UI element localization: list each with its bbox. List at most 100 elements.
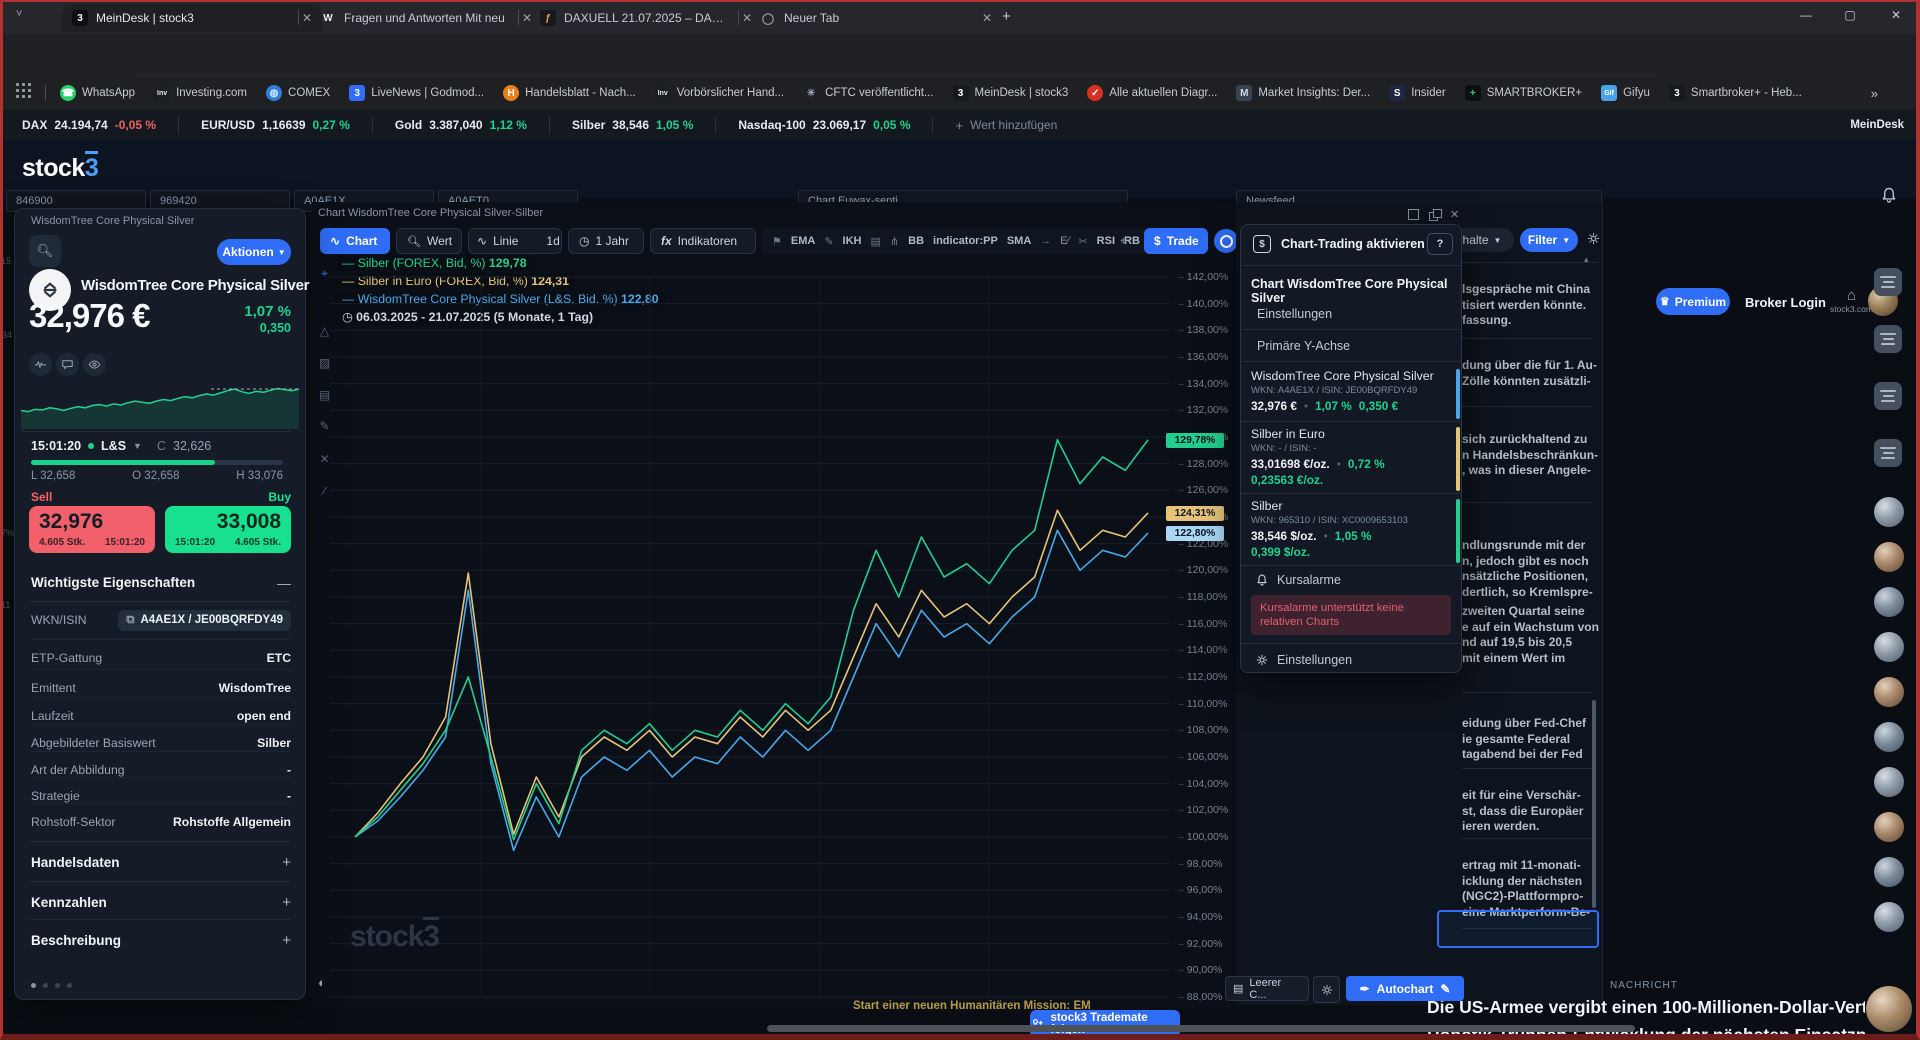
ticker-item[interactable]: Gold3.387,0401,12 % [373, 116, 550, 134]
window-minimize-button[interactable]: — [1786, 0, 1826, 30]
collapse-minus-icon[interactable]: — [15, 575, 291, 591]
pencil-tool-icon[interactable]: ✎ [317, 419, 332, 433]
expand-plus-icon[interactable]: + [282, 854, 291, 871]
pagination-dot[interactable] [43, 983, 48, 988]
browser-tab[interactable]: ◯Neuer Tab✕ [750, 4, 1002, 32]
clear-tool-icon[interactable]: ✕ [317, 452, 332, 466]
news-source-icon[interactable] [1874, 439, 1902, 467]
news-line[interactable]: (NGC2)-Plattformpro- [1462, 889, 1583, 905]
rail-bell-icon[interactable] [1880, 186, 1898, 209]
chip-icon[interactable]: ⚑ [772, 235, 782, 248]
bookmark-item[interactable]: 3Smartbroker+ - Heb... [1669, 85, 1802, 101]
breaking-headline[interactable]: Die US-Armee vergibt einen 100-Millionen… [1427, 996, 1865, 1018]
bookmark-item[interactable]: InvVorbörslicher Hand... [655, 85, 784, 101]
news-line[interactable]: n Handelsbeschränkun- [1462, 448, 1598, 464]
news-source-icon[interactable] [1874, 382, 1902, 410]
news-line[interactable]: ie gesamte Federal [1462, 732, 1570, 748]
ticker-item[interactable]: EUR/USD1,166390,27 % [179, 116, 373, 134]
news-line[interactable]: Zölle könnten zusätzli- [1462, 374, 1591, 390]
expander-row[interactable]: Handelsdaten+ [31, 847, 291, 877]
settings-instrument-card[interactable]: WisdomTree Core Physical SilverWKN: A4AE… [1251, 369, 1451, 413]
indicator-chip[interactable]: EMA [791, 235, 815, 247]
window-close-button[interactable]: ✕ [1876, 0, 1916, 30]
expand-plus-icon[interactable]: + [282, 932, 291, 949]
news-line[interactable]: eidung über Fed-Chef [1462, 716, 1586, 732]
news-line[interactable]: st, dass die Europäer [1462, 804, 1583, 820]
indicator-chip[interactable]: indicator:PP [933, 235, 998, 247]
highlighted-news-box[interactable] [1437, 910, 1599, 948]
panel-search-button[interactable]: 🔍︎ [29, 235, 61, 267]
news-author-avatar[interactable] [1874, 902, 1904, 932]
bookmark-item[interactable]: MMarket Insights: Der... [1236, 85, 1370, 101]
news-line[interactable]: sich zurückhaltend zu [1462, 432, 1587, 448]
news-line[interactable]: ieren werden. [1462, 819, 1539, 835]
trademate-follow-button[interactable]: stock3 Trademate folgen [1030, 1010, 1180, 1037]
newsfeed-gear-icon[interactable] [1586, 231, 1601, 251]
bookmark-item[interactable]: 3MeinDesk | stock3 [953, 85, 1069, 101]
scroll-top-icon[interactable]: ▴ [1584, 254, 1589, 265]
chart-trading-row[interactable]: $Chart-Trading aktivieren [1253, 235, 1425, 253]
chart-mode-button[interactable]: ∿Chart [320, 228, 390, 254]
buy-quote-button[interactable]: 33,00815:01:204.605 Stk. [165, 506, 291, 553]
news-line[interactable]: nsätzliche Positionen, [1462, 569, 1588, 585]
ticker-item[interactable]: DAX24.194,74-0,05 % [0, 116, 179, 134]
news-line[interactable]: ertrag mit 11-monati- [1462, 858, 1581, 874]
notes-tool-icon[interactable]: ▤ [317, 388, 332, 402]
bookmark-item[interactable]: GifGifyu [1601, 85, 1650, 101]
news-author-avatar[interactable] [1874, 857, 1904, 887]
settings-instrument-card[interactable]: Silber in EuroWKN: - / ISIN: -33,01698 €… [1251, 427, 1451, 487]
news-line[interactable]: mit einem Wert im [1462, 651, 1565, 667]
news-line[interactable]: tisiert werden könnte. [1462, 298, 1586, 314]
ticker-add-button[interactable]: +Wert hinzufügen [933, 116, 1079, 134]
news-line[interactable]: e auf ein Wachstum von [1462, 620, 1599, 636]
bookmark-item[interactable]: ◍COMEX [266, 85, 330, 101]
news-line[interactable]: , was in dieser Angele- [1462, 463, 1591, 479]
settings-gear-row[interactable]: Einstellungen [1255, 653, 1352, 667]
contrast-toggle-icon[interactable]: ◐ [318, 975, 326, 990]
pointer-tool-icon[interactable]: ⌖ [317, 266, 332, 281]
chip-icon[interactable]: ⋔ [890, 235, 899, 248]
apps-grid-icon[interactable] [16, 83, 31, 103]
bookmark-item[interactable]: ✳CFTC veröffentlicht... [803, 85, 933, 101]
bookmark-item[interactable]: ☎WhatsApp [60, 85, 135, 101]
stock3-logo[interactable]: stock3 [22, 154, 98, 183]
news-author-avatar[interactable] [1874, 542, 1904, 572]
linie-interval-group[interactable]: ∿Linie1d [468, 228, 562, 254]
browser-tab[interactable]: WFragen und Antworten Mit neu✕ [310, 4, 542, 32]
newsfeed-scrollbar[interactable] [1592, 700, 1596, 908]
tab-close-icon[interactable]: ✕ [982, 11, 992, 25]
news-line[interactable]: eit für eine Verschär- [1462, 788, 1581, 804]
chip-icon[interactable]: ✂ [1078, 235, 1087, 248]
expander-row[interactable]: Beschreibung+ [31, 925, 291, 955]
y-axis-row[interactable]: Primäre Y-Achse [1257, 339, 1350, 353]
news-author-avatar[interactable] [1874, 767, 1904, 797]
close-icon[interactable]: ✕ [1450, 208, 1459, 221]
news-author-avatar[interactable] [1874, 632, 1904, 662]
crosshair-icon[interactable]: ⌖ [1120, 233, 1127, 249]
empty-chart-button[interactable]: ▤Leerer C... [1225, 976, 1309, 1001]
news-line[interactable]: fassung. [1462, 313, 1511, 329]
indicators-button[interactable]: fxIndikatoren [650, 228, 756, 254]
news-line[interactable]: nd auf 19,5 bis 20,5 [1462, 635, 1572, 651]
indicator-chip[interactable]: BB [908, 235, 924, 247]
pagination-dot[interactable] [55, 983, 60, 988]
sell-quote-button[interactable]: 32,9764.605 Stk.15:01:20 [29, 506, 155, 553]
measure-tool-icon[interactable]: ∕ [317, 484, 332, 498]
ticker-item[interactable]: Silber38,5461,05 % [550, 116, 716, 134]
tab-search-chevron-icon[interactable]: ˅ [16, 8, 22, 20]
popout-icon[interactable] [1429, 210, 1440, 220]
pagination-dot[interactable] [31, 983, 36, 988]
news-line[interactable]: n, jedoch gibt es noch [1462, 554, 1589, 570]
news-line[interactable]: lsgespräche mit China [1462, 282, 1590, 298]
indicator-chip[interactable]: SMA [1007, 235, 1031, 247]
bookmark-item[interactable]: HHandelsblatt - Nach... [503, 85, 636, 101]
ticker-item[interactable]: Nasdaq-10023.069,170,05 % [716, 116, 933, 134]
autochart-button[interactable]: ✒Autochart✎ [1346, 976, 1464, 1001]
stock3com-home-button[interactable]: ⌂stock3.com [1830, 287, 1873, 314]
settings-row[interactable]: Einstellungen [1257, 307, 1332, 321]
wert-button[interactable]: 🔍︎Wert [396, 228, 462, 254]
chip-icon[interactable]: → [1040, 235, 1051, 247]
wkn-isin-pill[interactable]: ⧉A4AE1X / JE00BQRFDY49 [118, 610, 291, 631]
bookmark-item[interactable]: InvInvesting.com [154, 85, 247, 101]
news-line[interactable]: dertlich, so Kremlspre- [1462, 585, 1593, 601]
